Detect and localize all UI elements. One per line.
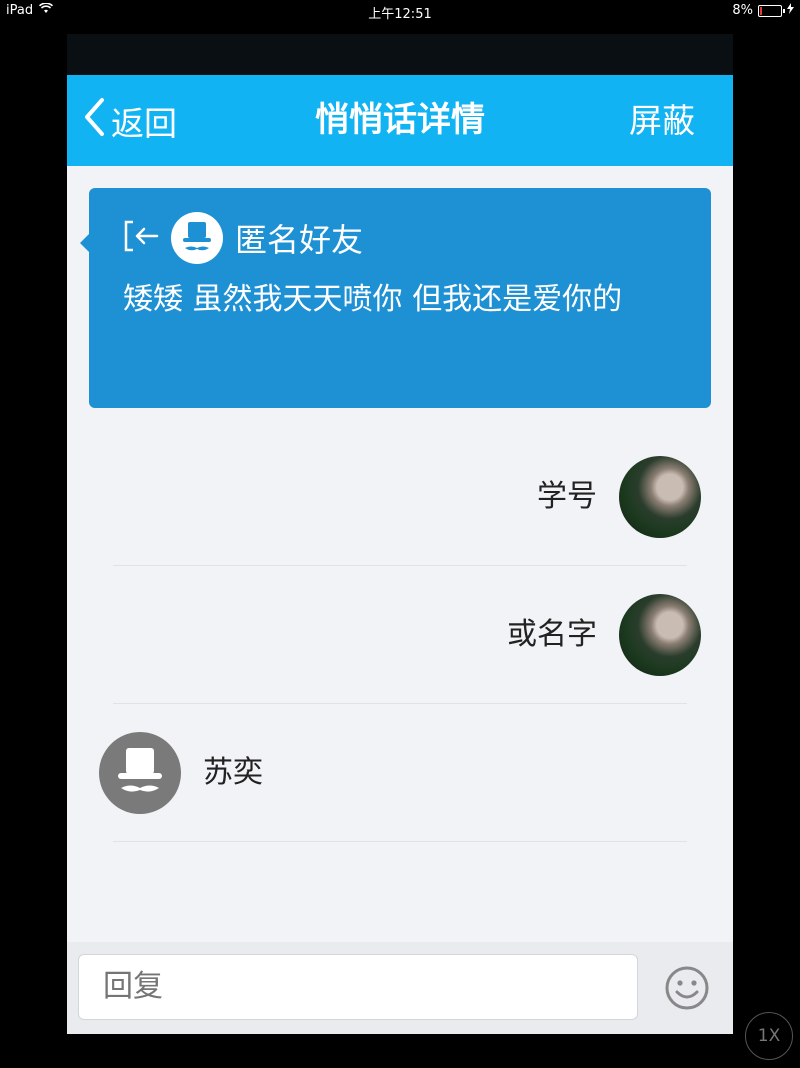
message-text: 矮矮 虽然我天天喷你 但我还是爱你的 (123, 282, 623, 317)
message-card: 匿名好友 矮矮 虽然我天天喷你 但我还是爱你的 (80, 188, 711, 408)
message-header: 匿名好友 (123, 212, 363, 264)
emoji-icon[interactable] (664, 965, 710, 1011)
reply-text: 学号 (537, 479, 597, 514)
battery-icon (758, 4, 785, 17)
charging-icon (787, 3, 794, 18)
list-item[interactable]: 或名字 (67, 566, 733, 704)
sender-name: 匿名好友 (235, 221, 364, 259)
reply-text: 苏奕 (203, 755, 263, 790)
incoming-arrow-icon (123, 219, 159, 257)
list-item[interactable]: 苏奕 (67, 704, 733, 842)
reply-bar (67, 942, 733, 1034)
nav-bar: 返回 悄悄话详情 屏蔽 (67, 75, 733, 166)
photo-avatar[interactable] (619, 594, 701, 676)
app-window: 返回 悄悄话详情 屏蔽 匿名好友 矮矮 虽然我天天喷你 但我还是爱你的 学号 或… (67, 34, 733, 1034)
clock: 上午12:51 (368, 7, 432, 22)
photo-avatar[interactable] (619, 456, 701, 538)
status-bar: iPad 上午12:51 8% (0, 0, 800, 22)
list-item[interactable]: 学号 (67, 428, 733, 566)
battery-percent: 8% (732, 3, 753, 18)
block-button[interactable]: 屏蔽 (629, 75, 695, 166)
anonymous-avatar-icon (171, 212, 223, 264)
zoom-toggle-button[interactable]: 1X (745, 1012, 793, 1060)
anonymous-avatar-icon[interactable] (99, 732, 181, 814)
reply-input[interactable] (78, 954, 638, 1020)
app-status-strip (67, 34, 733, 75)
status-right: 8% (732, 3, 794, 18)
reply-text: 或名字 (507, 617, 597, 652)
divider (113, 841, 687, 842)
